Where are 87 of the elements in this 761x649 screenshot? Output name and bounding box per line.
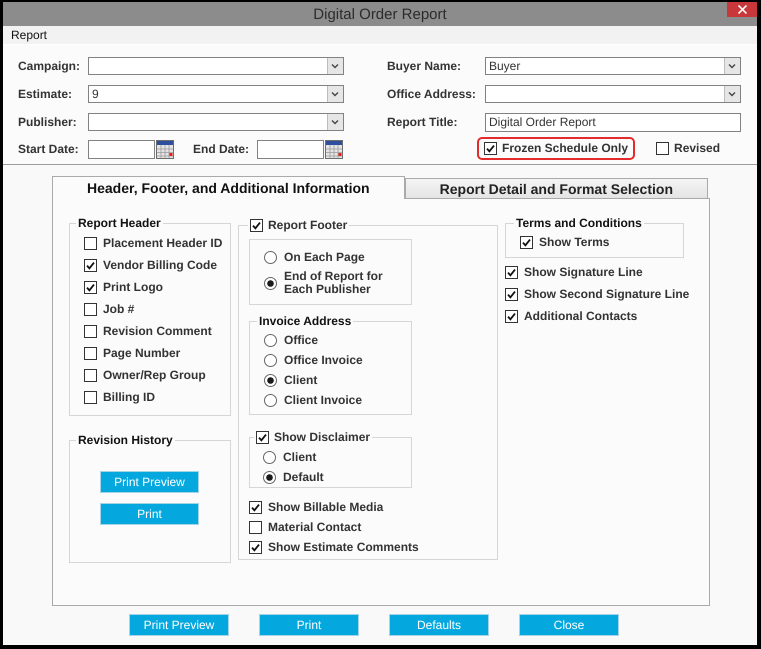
checkbox[interactable] [656, 142, 670, 154]
dropdown-field[interactable]: 9 [88, 85, 344, 103]
checkbox[interactable] [249, 540, 262, 554]
chevron-down-icon[interactable] [327, 58, 343, 74]
checkbox-label: Billing ID [103, 390, 155, 404]
radio-label: Office [284, 333, 318, 347]
radio-label: Office Invoice [284, 353, 363, 367]
group-title: Report Header [77, 216, 162, 230]
checkbox-label: Print Logo [103, 280, 163, 294]
checkbox-label: Revised [674, 141, 720, 155]
field-label: Publisher: [18, 115, 78, 129]
checkbox-label: Show Billable Media [268, 500, 384, 514]
chevron-down-icon[interactable] [327, 114, 343, 130]
checkbox[interactable] [249, 500, 262, 514]
radio-label: Client Invoice [284, 393, 362, 407]
checkbox[interactable] [505, 310, 518, 322]
dropdown-field[interactable] [88, 57, 344, 75]
tab[interactable]: Header, Footer, and Additional Information [52, 176, 405, 199]
radio-button[interactable] [264, 250, 277, 264]
field-label: Start Date: [18, 142, 80, 156]
checkbox[interactable] [250, 218, 263, 232]
radio-label: End of Report for Each Publisher [284, 270, 384, 296]
checkbox-label: Show Terms [539, 235, 610, 249]
checkbox-label: Show Second Signature Line [524, 287, 690, 301]
checkbox-label: Frozen Schedule Only [502, 141, 628, 155]
group-title: Revision History [77, 433, 174, 447]
text-field[interactable]: Digital Order Report [485, 112, 741, 132]
checkbox[interactable] [84, 280, 97, 294]
checkbox[interactable] [84, 324, 97, 338]
radio-button[interactable] [263, 470, 276, 484]
group-title: Terms and Conditions [515, 216, 643, 230]
dropdown-field[interactable] [88, 113, 344, 131]
dropdown-field[interactable]: Buyer [485, 57, 741, 75]
checkbox-label: Revision Comment [103, 324, 212, 338]
field-label: Campaign: [18, 59, 82, 73]
chevron-down-icon[interactable] [724, 86, 740, 102]
checkbox[interactable] [505, 266, 518, 278]
radio-label: Client [283, 450, 316, 464]
field-label: Buyer Name: [387, 59, 462, 73]
checkbox[interactable] [84, 258, 97, 272]
field-label: End Date: [193, 142, 250, 156]
checkbox[interactable] [484, 142, 497, 154]
checkbox[interactable] [84, 368, 97, 382]
tab[interactable]: Report Detail and Format Selection [404, 178, 708, 198]
checkbox-label: Report Footer [268, 217, 348, 234]
checkbox[interactable] [84, 302, 97, 316]
checkbox-label: Vendor Billing Code [103, 258, 218, 272]
checkbox-label: Show Signature Line [524, 265, 643, 279]
checkbox[interactable] [520, 236, 533, 248]
chevron-down-icon[interactable] [327, 86, 343, 102]
radio-button[interactable] [264, 354, 277, 366]
radio-button[interactable] [264, 394, 277, 406]
checkbox-label: Show Estimate Comments [268, 540, 419, 554]
checkbox-label: Material Contact [268, 520, 362, 534]
radio-button[interactable] [263, 450, 276, 464]
checkbox[interactable] [84, 236, 97, 250]
date-field[interactable] [88, 140, 155, 158]
radio-label: Client [284, 373, 318, 387]
checkbox[interactable] [256, 430, 269, 444]
field-label: Estimate: [18, 87, 74, 101]
field-label: Office Address: [387, 87, 477, 101]
checkbox[interactable] [249, 520, 262, 534]
checkbox[interactable] [505, 288, 518, 300]
checkbox-label: Placement Header ID [103, 236, 222, 250]
close-icon [738, 5, 746, 14]
checkbox-label: Show Disclaimer [274, 429, 370, 446]
calendar-icon[interactable] [156, 140, 174, 158]
menu-item[interactable]: Report [11, 28, 48, 42]
checkbox-label: Page Number [103, 346, 180, 360]
checkbox-label: Job # [103, 302, 134, 316]
checkbox[interactable] [84, 390, 97, 404]
date-field[interactable] [257, 140, 324, 158]
radio-button[interactable] [264, 334, 277, 346]
radio-button[interactable] [264, 276, 277, 290]
checkbox-label: Additional Contacts [524, 309, 638, 323]
radio-label: On Each Page [284, 250, 365, 264]
calendar-icon[interactable] [325, 140, 343, 158]
window-title: Digital Order Report [313, 6, 447, 22]
checkbox[interactable] [84, 346, 97, 360]
close-button[interactable] [727, 2, 757, 17]
radio-label: Default [283, 470, 324, 484]
dropdown-field[interactable] [485, 85, 741, 103]
field-label: Report Title: [387, 115, 458, 129]
group-title: Invoice Address [258, 314, 352, 328]
chevron-down-icon[interactable] [724, 58, 740, 74]
radio-button[interactable] [264, 374, 277, 386]
checkbox-label: Owner/Rep Group [103, 368, 206, 382]
